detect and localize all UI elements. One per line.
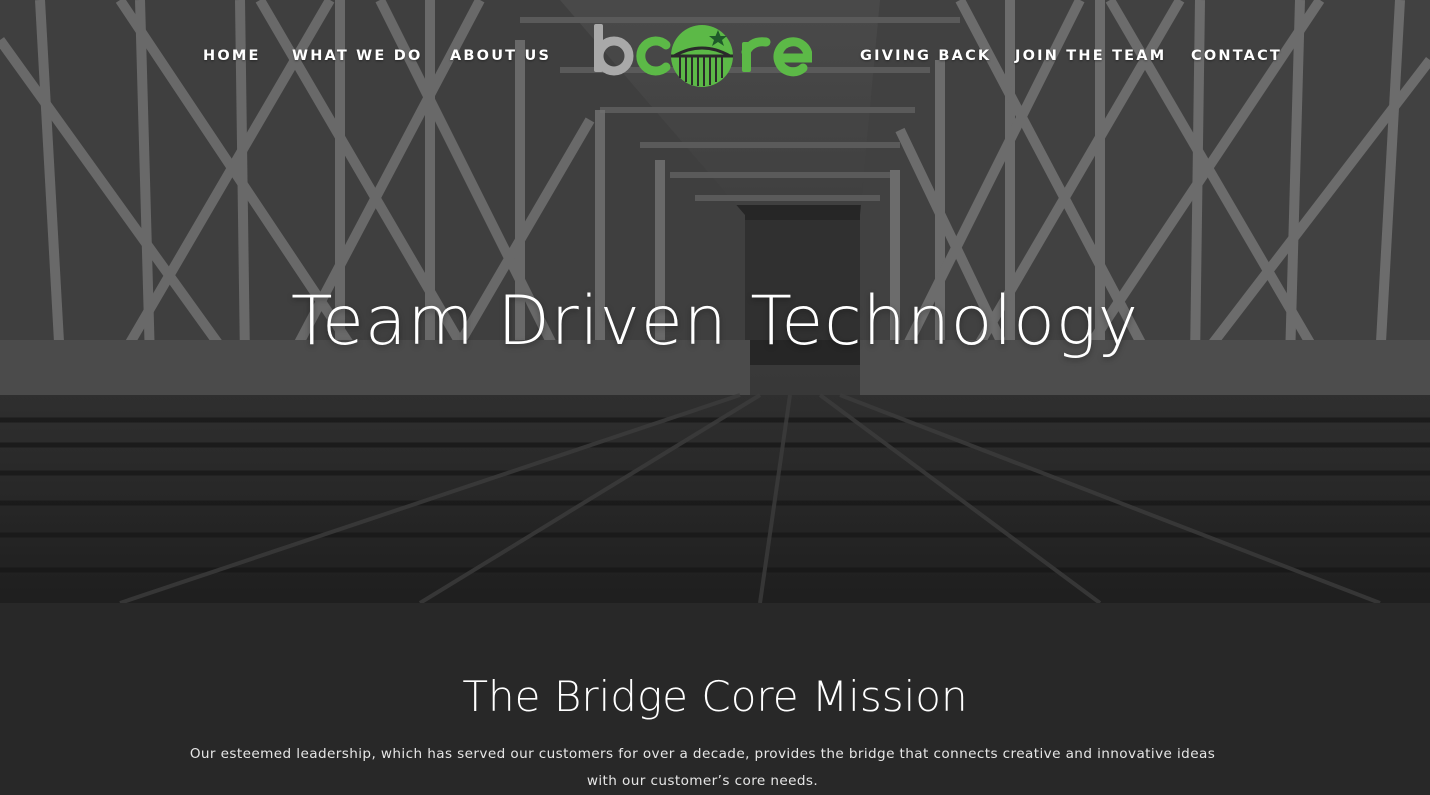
bcore-logo[interactable] (592, 18, 813, 90)
nav-join-the-team[interactable]: JOIN THE TEAM (1015, 48, 1166, 66)
nav-home[interactable]: HOME (203, 48, 261, 66)
nav-contact[interactable]: CONTACT (1191, 48, 1282, 66)
mission-title: The Bridge Core Mission (462, 672, 968, 721)
hero-title: Team Driven Technology (291, 282, 1139, 361)
mission-description: Our esteemed leadership, which has serve… (189, 746, 1216, 789)
nav-about-us[interactable]: ABOUT US (450, 48, 551, 66)
nav-what-we-do[interactable]: WHAT WE DO (292, 48, 422, 66)
bcore-logo-mark (594, 24, 813, 87)
nav-giving-back[interactable]: GIVING BACK (860, 48, 991, 66)
